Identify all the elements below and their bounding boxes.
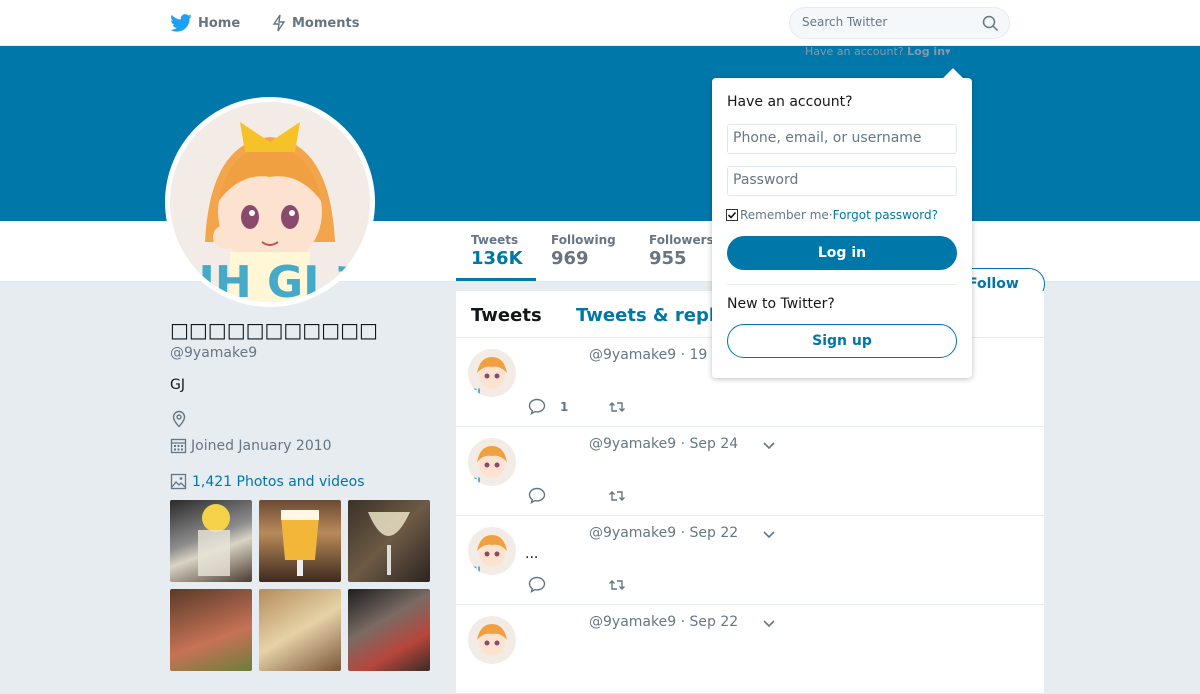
profile-bio: GJ [170, 377, 185, 393]
photos-videos-link[interactable]: 1,421 Photos and videos [170, 473, 365, 490]
chevron-down-icon[interactable] [762, 530, 776, 540]
reply-icon[interactable] [528, 487, 546, 504]
retweet-icon[interactable] [608, 578, 626, 592]
tweet[interactable]: GJ @9yamake9 · Sep 24 [456, 427, 1044, 516]
account-hint: Have an account? Log in▾ [805, 45, 951, 58]
nav-moments-label: Moments [292, 15, 360, 31]
reply-icon[interactable] [528, 576, 546, 593]
tweet-text: ... [525, 546, 539, 562]
twitter-bird-icon [170, 14, 192, 32]
photo-thumbnail[interactable] [170, 500, 252, 582]
tweet-handle[interactable]: @9yamake9 [589, 525, 676, 541]
remember-checkbox[interactable] [726, 209, 738, 221]
joined-date-text: Joined January 2010 [191, 437, 332, 454]
tweet-date[interactable]: · Sep 22 [681, 614, 739, 630]
tweet[interactable]: @9yamake9 · Sep 22 [456, 605, 1044, 694]
reply-count: 1 [560, 399, 569, 414]
photos-videos-text: 1,421 Photos and videos [192, 473, 365, 490]
tweet-header: @9yamake9 · Sep 24 [589, 436, 738, 452]
dropdown-caret-icon[interactable]: ▾ [945, 45, 951, 58]
nav-home-label: Home [198, 15, 241, 31]
nav-moments[interactable]: Moments [272, 0, 359, 46]
login-dropdown-link[interactable]: Log in [907, 45, 945, 58]
tweet-date[interactable]: · 19 [681, 347, 708, 363]
photo-thumbnail[interactable] [348, 589, 430, 671]
lightning-icon [272, 14, 286, 32]
photo-thumbnail[interactable] [348, 500, 430, 582]
signup-button[interactable]: Sign up [727, 324, 957, 358]
active-stat-underline [456, 278, 536, 281]
search-icon[interactable] [982, 15, 999, 32]
tweet-actions [528, 487, 625, 504]
remember-label[interactable]: Remember me [740, 208, 829, 222]
login-dropdown: Have an account? Phone, email, or userna… [712, 78, 972, 378]
tweet-date[interactable]: · Sep 22 [681, 525, 739, 541]
lemon-drink-image [198, 504, 230, 576]
svg-text:GJ: GJ [470, 388, 481, 397]
photo-thumbnail[interactable] [170, 589, 252, 671]
stat-value: 955 [649, 248, 687, 269]
forgot-password-link[interactable]: Forgot password? [833, 208, 938, 222]
nav-home[interactable]: Home [170, 0, 240, 46]
wine-glass-image [368, 512, 410, 575]
retweet-icon[interactable] [608, 489, 626, 503]
username-field[interactable]: Phone, email, or username [727, 124, 957, 154]
image-icon [170, 473, 187, 490]
location-icon [170, 410, 188, 432]
top-navigation-bar: Home Moments Search Twitter [0, 0, 1200, 46]
tweet-date[interactable]: · Sep 24 [681, 436, 739, 452]
retweet-icon[interactable] [608, 400, 626, 414]
chevron-down-icon[interactable] [762, 619, 776, 629]
login-button[interactable]: Log in [727, 236, 957, 270]
tweet-handle[interactable]: @9yamake9 [589, 614, 676, 630]
stat-following[interactable]: Following 969 [551, 233, 616, 269]
stat-value: 136K [471, 248, 523, 269]
joined-date: Joined January 2010 [170, 437, 332, 454]
svg-text:GJ: GJ [470, 477, 481, 486]
stat-tweets[interactable]: Tweets 136K [471, 233, 523, 269]
tweet[interactable]: GJ @9yamake9 · Sep 22 ... [456, 516, 1044, 605]
profile-name: □□□□□□□□□□□ [170, 318, 378, 342]
divider [727, 284, 957, 285]
profile-avatar[interactable]: HH GJ マラ [165, 97, 375, 307]
stat-followers[interactable]: Followers 955 [649, 233, 714, 269]
tweet-avatar[interactable]: GJ [468, 527, 516, 575]
tweet-avatar[interactable]: GJ [468, 438, 516, 486]
account-hint-text: Have an account? [805, 45, 904, 58]
stat-label: Following [551, 233, 616, 247]
tweet-actions: 1 [528, 398, 625, 415]
tab-tweets[interactable]: Tweets [471, 305, 542, 326]
remember-row: Remember me · Forgot password? [726, 208, 938, 222]
photo-thumbnail[interactable] [259, 589, 341, 671]
username-placeholder: Phone, email, or username [733, 130, 922, 146]
svg-text:GJ: GJ [470, 566, 481, 575]
stat-label: Tweets [471, 233, 519, 247]
tweet-header: @9yamake9 · 19 [589, 347, 707, 363]
chevron-down-icon[interactable] [762, 441, 776, 451]
tweet-header: @9yamake9 · Sep 22 [589, 614, 738, 630]
anime-avatar-image: HH GJ マラ [170, 102, 370, 302]
beer-glass-image [281, 510, 319, 576]
profile-handle: @9yamake9 [170, 345, 258, 361]
password-field[interactable]: Password [727, 166, 957, 196]
password-placeholder: Password [733, 172, 799, 188]
tweet-actions [528, 576, 625, 593]
stat-value: 969 [551, 248, 589, 269]
tweet-handle[interactable]: @9yamake9 [589, 436, 676, 452]
login-title: Have an account? [727, 94, 853, 110]
stat-label: Followers [649, 233, 714, 247]
follow-label: Follow [968, 276, 1019, 292]
photo-thumbnail[interactable] [259, 500, 341, 582]
tweet-header: @9yamake9 · Sep 22 [589, 525, 738, 541]
search-input[interactable]: Search Twitter [789, 7, 1010, 39]
reply-icon[interactable] [528, 398, 546, 415]
tweet-avatar[interactable] [468, 616, 516, 664]
tweet-handle[interactable]: @9yamake9 [589, 347, 676, 363]
new-to-twitter-text: New to Twitter? [727, 296, 835, 312]
calendar-icon [170, 438, 187, 454]
tweet-avatar[interactable]: GJ [468, 349, 516, 397]
search-placeholder: Search Twitter [802, 15, 888, 29]
